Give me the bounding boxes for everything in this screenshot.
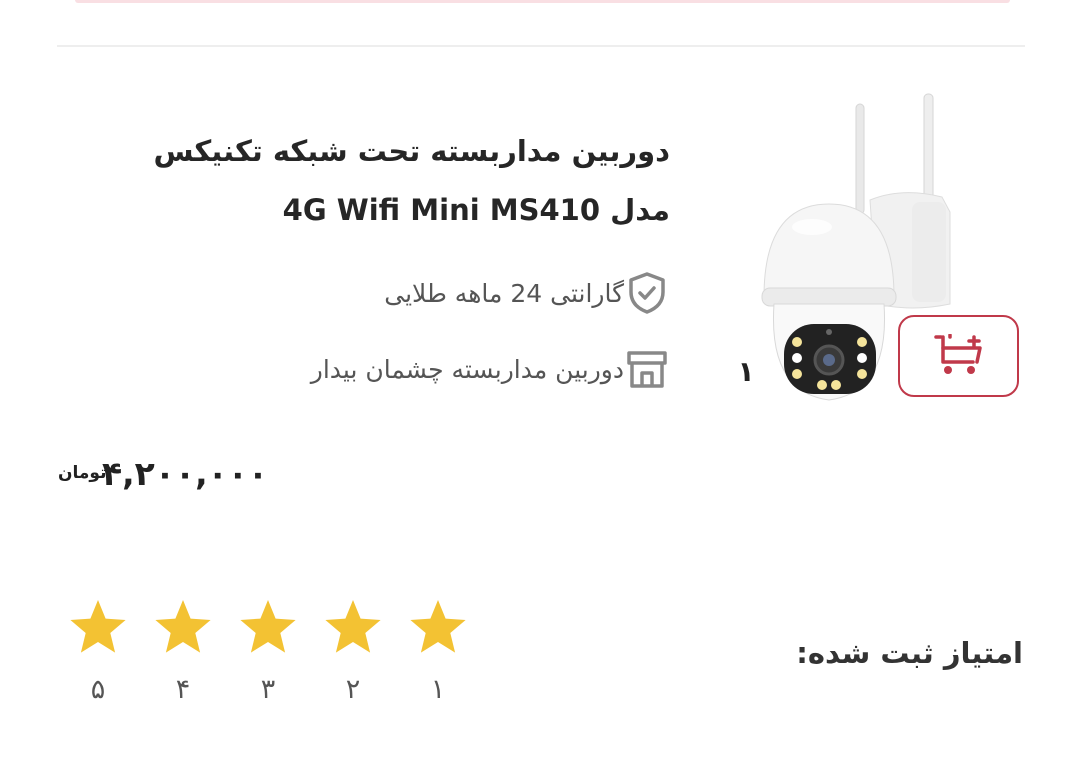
star-icon bbox=[155, 600, 211, 653]
shield-check-icon bbox=[624, 270, 670, 316]
star-value: ۱ bbox=[430, 674, 446, 705]
rating-label: امتیاز ثبت شده: bbox=[796, 636, 1023, 670]
rating-star-4[interactable]: ۴ bbox=[147, 596, 219, 716]
rating-stars: ۱ ۲ ۳ ۴ ۵ bbox=[62, 596, 474, 716]
previous-card-edge bbox=[75, 0, 1010, 3]
star-value: ۵ bbox=[90, 674, 106, 705]
add-to-cart-icon bbox=[933, 334, 982, 374]
product-title-line-2: مدل 4G Wifi Mini MS410 bbox=[282, 193, 670, 227]
product-title-line-1: دوربین مداربسته تحت شبکه تکنیکس bbox=[153, 134, 670, 168]
currency-label: تومان bbox=[58, 462, 107, 483]
section-divider bbox=[57, 45, 1025, 47]
add-to-cart-button[interactable] bbox=[898, 315, 1019, 397]
star-icon bbox=[325, 600, 381, 653]
price-amount: ۴,۲۰۰,۰۰۰ bbox=[102, 453, 269, 493]
star-icon bbox=[240, 600, 296, 653]
warranty-label: گارانتی 24 ماهه طلایی bbox=[384, 278, 624, 308]
rating-star-2[interactable]: ۲ bbox=[317, 596, 389, 716]
seller-label: دوربین مداربسته چشمان بیدار bbox=[310, 354, 624, 384]
warranty-info: گارانتی 24 ماهه طلایی bbox=[356, 268, 670, 318]
price-block: تومان ۴,۲۰۰,۰۰۰ bbox=[58, 448, 268, 498]
star-value: ۲ bbox=[345, 674, 361, 705]
star-icon bbox=[70, 600, 126, 653]
star-value: ۳ bbox=[260, 674, 276, 705]
rating-star-3[interactable]: ۳ bbox=[232, 596, 304, 716]
rating-star-1[interactable]: ۱ bbox=[402, 596, 474, 716]
rating-star-5[interactable]: ۵ bbox=[62, 596, 134, 716]
cart-quantity: ۱ bbox=[737, 355, 755, 388]
star-icon bbox=[410, 600, 466, 653]
product-title[interactable]: دوربین مداربسته تحت شبکه تکنیکس مدل 4G W… bbox=[110, 122, 670, 240]
star-value: ۴ bbox=[175, 674, 191, 705]
seller-info[interactable]: دوربین مداربسته چشمان بیدار bbox=[283, 344, 670, 394]
store-icon bbox=[624, 346, 670, 392]
